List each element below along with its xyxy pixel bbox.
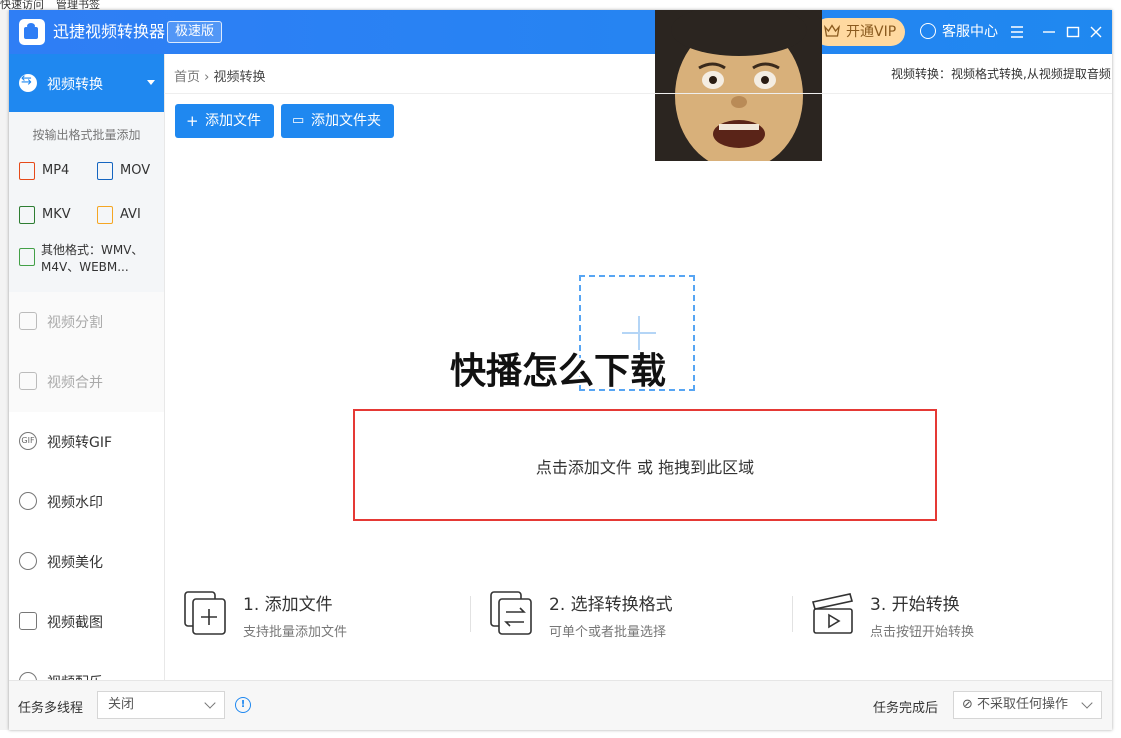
customer-service-label: 客服中心	[942, 24, 998, 40]
mkv-file-icon	[19, 206, 35, 224]
format-label: MKV	[42, 207, 71, 222]
sidebar-item-label: 视频转换	[47, 77, 103, 93]
multithread-label: 任务多线程	[18, 701, 84, 716]
mov-file-icon	[97, 162, 113, 180]
add-file-step-icon	[184, 591, 226, 635]
sidebar-item-video-split[interactable]: 视频分割	[9, 292, 164, 352]
drop-zone[interactable]: 点击添加文件 或 拖拽到此区域	[353, 409, 937, 521]
page-tagline: 视频转换：视频格式转换,从视频提取音频	[891, 67, 1111, 81]
background-window-edge	[1112, 10, 1121, 738]
drop-zone-text: 点击添加文件 或 拖拽到此区域	[535, 458, 755, 477]
overlay-caption: 快播怎么下载	[450, 351, 667, 392]
title-bar: 迅捷视频转换器 极速版 开通VIP 客服中心	[9, 10, 1112, 54]
step-divider	[470, 596, 471, 632]
sidebar-item-label: 视频水印	[47, 495, 103, 511]
after-task-value-text: 不采取任何操作	[977, 697, 1069, 712]
minimize-icon[interactable]	[1040, 23, 1058, 41]
split-icon	[19, 312, 37, 330]
after-task-label: 任务完成后	[873, 701, 939, 716]
format-other-line2: M4V、WEBM...	[41, 260, 129, 274]
format-label: MP4	[42, 163, 70, 178]
step-divider	[792, 596, 793, 632]
crown-icon	[824, 24, 840, 37]
divider	[164, 93, 1112, 94]
ban-icon: ⊘	[962, 697, 973, 712]
chevron-down-icon	[147, 80, 155, 85]
format-label: AVI	[120, 207, 141, 222]
background-taskbar-edge	[0, 730, 1121, 738]
chevron-down-icon	[204, 697, 216, 709]
open-vip-button[interactable]: 开通VIP	[814, 18, 905, 46]
add-file-button[interactable]: + 添加文件	[175, 104, 274, 138]
sidebar-item-video-screenshot[interactable]: 视频截图	[9, 592, 164, 652]
add-folder-label: 添加文件夹	[311, 113, 381, 129]
browser-bookmark-bar: 快速访问 管理书签	[0, 0, 1121, 10]
sidebar-item-video-beautify[interactable]: 视频美化	[9, 532, 164, 592]
multithread-select[interactable]: 关闭	[97, 691, 225, 719]
image-icon	[19, 612, 37, 630]
app-title: 迅捷视频转换器	[53, 22, 166, 41]
step-desc: 可单个或者批量选择	[549, 625, 667, 640]
step-desc: 点击按钮开始转换	[870, 625, 975, 640]
bookmark-manage[interactable]: 管理书签	[56, 0, 100, 10]
menu-icon[interactable]	[1008, 23, 1026, 41]
sidebar-item-label: 视频合并	[47, 375, 103, 391]
footer-bar: 任务多线程 关闭 ! 任务完成后 ⊘ 不采取任何操作	[9, 680, 1112, 730]
app-window: 迅捷视频转换器 极速版 开通VIP 客服中心 视频转换 按输出	[9, 10, 1112, 730]
step-title: 1. 添加文件	[243, 595, 333, 615]
gif-icon: GIF	[19, 432, 37, 450]
info-icon[interactable]: !	[235, 697, 251, 713]
person-icon	[19, 492, 37, 510]
convert-icon	[19, 73, 37, 92]
sidebar-item-label: 视频截图	[47, 615, 103, 631]
sidebar: 视频转换 按输出格式批量添加 MP4 MOV MKV AVI	[9, 54, 165, 712]
sidebar-item-video-merge[interactable]: 视频合并	[9, 352, 164, 412]
maximize-icon[interactable]	[1064, 23, 1082, 41]
step-title: 2. 选择转换格式	[549, 595, 673, 615]
edition-badge: 极速版	[167, 21, 223, 43]
sidebar-item-label: 视频转GIF	[47, 435, 113, 451]
mp4-file-icon	[19, 162, 35, 180]
play-icon	[19, 372, 37, 390]
breadcrumb: 首页 › 视频转换	[174, 66, 266, 85]
step-title: 3. 开始转换	[870, 595, 960, 615]
chat-icon	[920, 23, 936, 39]
sidebar-item-label: 视频美化	[47, 555, 103, 571]
face-photo-image	[655, 10, 822, 161]
format-other-line1: 其他格式：WMV、	[41, 243, 144, 257]
after-task-select[interactable]: ⊘ 不采取任何操作	[953, 691, 1102, 719]
avi-file-icon	[97, 206, 113, 224]
add-folder-button[interactable]: ▭ 添加文件夹	[281, 104, 394, 138]
sidebar-item-video-watermark[interactable]: 视频水印	[9, 472, 164, 532]
film-reel-icon	[19, 552, 37, 570]
folder-icon: ▭	[292, 113, 305, 128]
switch-format-step-icon	[490, 591, 532, 635]
add-file-label: 添加文件	[205, 113, 261, 129]
bookmark-quick-access[interactable]: 快速访问	[0, 0, 44, 10]
clapperboard-icon	[811, 593, 854, 634]
sidebar-item-label: 视频分割	[47, 315, 103, 331]
format-label: MOV	[120, 163, 151, 178]
app-logo-icon	[19, 19, 45, 45]
other-file-icon	[19, 248, 35, 266]
open-vip-label: 开通VIP	[846, 24, 897, 40]
chevron-down-icon	[1081, 697, 1093, 709]
format-panel: 按输出格式批量添加 MP4 MOV MKV AVI 其他格式：WMV、 M4V、…	[9, 112, 164, 292]
step-desc: 支持批量添加文件	[243, 625, 348, 640]
breadcrumb-current: 视频转换	[213, 70, 266, 85]
customer-service-button[interactable]: 客服中心	[920, 22, 998, 42]
sidebar-item-video-to-gif[interactable]: GIF 视频转GIF	[9, 412, 164, 472]
multithread-value: 关闭	[108, 697, 135, 712]
sidebar-item-video-convert[interactable]: 视频转换	[9, 54, 164, 112]
close-icon[interactable]	[1087, 23, 1105, 41]
format-hint: 按输出格式批量添加	[32, 128, 141, 142]
plus-icon: +	[186, 112, 199, 130]
after-task-value: ⊘ 不采取任何操作	[962, 692, 1068, 718]
breadcrumb-home[interactable]: 首页	[174, 70, 200, 85]
breadcrumb-separator: ›	[204, 70, 210, 85]
